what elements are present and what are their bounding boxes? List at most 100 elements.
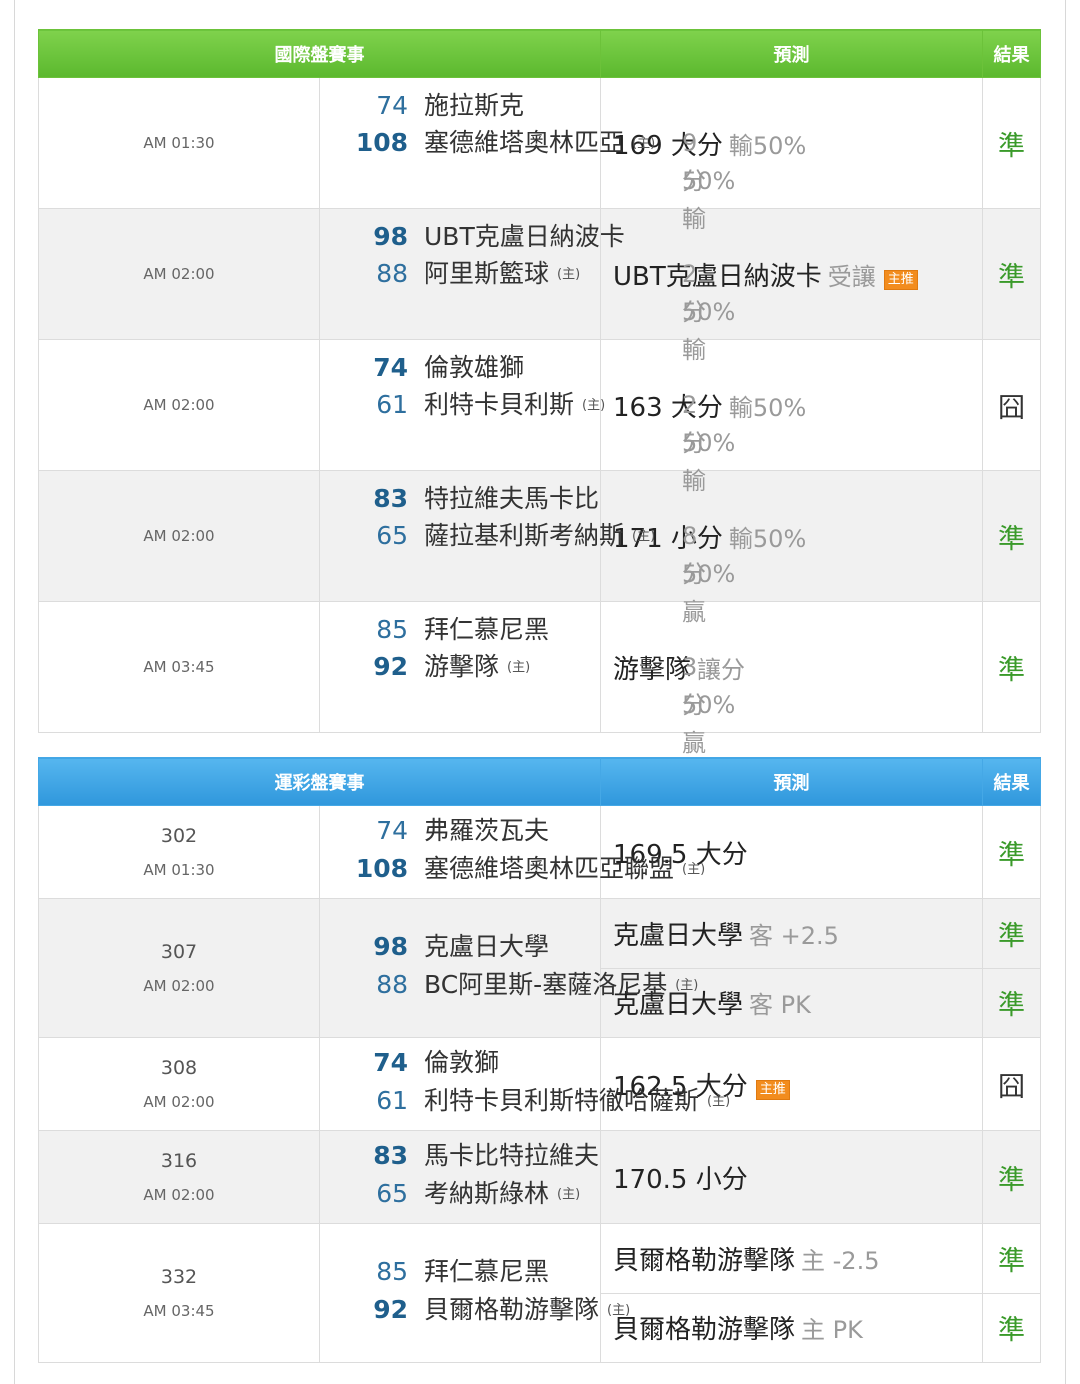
team-name: UBT克盧日納波卡	[424, 222, 625, 251]
team-line: 85 拜仁慕尼黑	[320, 1253, 549, 1291]
spread-percent: 50%	[682, 429, 736, 457]
match-time: AM 03:45	[143, 1302, 215, 1320]
match-row: AM 02:00 98 UBT克盧日納波卡 88 阿里斯籃球 (主) 2分輸 50% UBT克盧…	[38, 208, 1041, 364]
team-score: 74	[376, 91, 408, 120]
team-score: 83	[373, 484, 408, 513]
team-line: 74 倫敦獅	[320, 1044, 499, 1082]
prediction-sub: 主 PK	[801, 1316, 863, 1345]
home-tag: (主)	[582, 398, 606, 413]
result-mark: 準	[982, 208, 1041, 340]
result-header: 結果	[982, 29, 1041, 78]
team-line: 92 貝爾格勒游擊隊 (主)	[320, 1291, 630, 1329]
team-name: 游擊隊	[424, 652, 500, 681]
prediction-cell: 169 大分 輸50%	[600, 77, 983, 209]
team-score: 85	[376, 1257, 408, 1286]
prediction-cell: UBT克盧日納波卡 受讓 主推	[600, 208, 983, 340]
match-code: 332	[160, 1266, 198, 1288]
prediction-cell: 163 大分 輸50%	[600, 339, 983, 471]
teams-box: 85 拜仁慕尼黑 92 貝爾格勒游擊隊 (主)	[320, 1224, 630, 1362]
prediction-sub: 輸50%	[728, 393, 807, 422]
prediction-cell: 貝爾格勒游擊隊主 -2.5	[600, 1223, 983, 1294]
result-mark: 囧	[982, 339, 1041, 471]
match-time-cell: 308 AM 02:00	[38, 1037, 320, 1131]
prediction-sub: 受讓	[827, 262, 876, 291]
team-score: 92	[373, 652, 408, 681]
team-score: 92	[373, 1295, 408, 1324]
team-line: 98 克盧日大學	[320, 928, 549, 966]
team-line: 88 阿里斯籃球 (主)	[320, 255, 580, 293]
team-name: 考納斯綠林	[424, 1179, 550, 1208]
match-teams: 74 倫敦獅 61 利特卡貝利斯特徹哈薩斯 (主)	[319, 1037, 730, 1131]
result-mark: 準	[982, 1130, 1041, 1224]
recommend-badge: 主推	[755, 1080, 790, 1100]
team-line: 74 弗羅茨瓦夫	[320, 812, 549, 850]
result-mark: 準	[982, 1223, 1041, 1294]
team-name: 阿里斯籃球	[424, 259, 550, 288]
prediction-sub: 輸50%	[728, 131, 807, 160]
prediction-header: 預測	[600, 757, 983, 806]
teams-box: 83 馬卡比特拉維夫 65 考納斯綠林 (主)	[320, 1131, 600, 1223]
team-name: 特拉維夫馬卡比	[424, 484, 600, 513]
match-time: AM 01:30	[143, 861, 215, 879]
match-teams: 83 馬卡比特拉維夫 65 考納斯綠林 (主)	[319, 1130, 601, 1224]
result-mark: 準	[982, 805, 1041, 899]
match-row: 307 AM 02:00 98 克盧日大學 88 BC阿里斯-塞薩洛尼基 (主) 克盧日大學客…	[38, 898, 1041, 1038]
match-teams: 98 克盧日大學 88 BC阿里斯-塞薩洛尼基 (主)	[319, 898, 698, 1038]
team-name: 塞德維塔奧林匹亞聯盟	[424, 854, 675, 883]
teams-box: 83 特拉維夫馬卡比 65 薩拉基利斯考納斯 (主) 8分贏 50%	[320, 471, 735, 626]
match-time: AM 01:30	[38, 77, 320, 209]
result-header: 結果	[982, 757, 1041, 806]
match-teams: 98 UBT克盧日納波卡 88 阿里斯籃球 (主) 2分輸 50%	[319, 208, 735, 364]
match-time: AM 02:00	[143, 1093, 215, 1111]
team-score: 88	[376, 970, 408, 999]
home-tag: (主)	[507, 660, 531, 675]
match-row: AM 02:00 74 倫敦雄獅 61 利特卡貝利斯 (主) 2分輸 50% 163 大分 輸50…	[38, 339, 1041, 495]
match-time-cell: 316 AM 02:00	[38, 1130, 320, 1224]
team-name: 倫敦獅	[424, 1048, 500, 1077]
prediction-cell: 貝爾格勒游擊隊主 PK	[600, 1292, 983, 1363]
prediction-sub: 客 +2.5	[749, 921, 839, 950]
match-teams: 74 弗羅茨瓦夫 108 塞德維塔奧林匹亞聯盟 (主)	[319, 805, 705, 899]
lottery-header-row: 運彩盤賽事 預測 結果	[38, 757, 1041, 806]
team-line: 83 特拉維夫馬卡比	[320, 480, 599, 518]
match-teams: 74 倫敦雄獅 61 利特卡貝利斯 (主) 2分輸 50%	[319, 339, 735, 495]
team-score: 85	[376, 615, 408, 644]
match-row: 308 AM 02:00 74 倫敦獅 61 利特卡貝利斯特徹哈薩斯 (主) 162.5 大分…	[38, 1037, 1041, 1131]
teams-box: 74 弗羅茨瓦夫 108 塞德維塔奧林匹亞聯盟 (主)	[320, 806, 705, 898]
home-tag: (主)	[607, 1303, 631, 1318]
match-row: 332 AM 03:45 85 拜仁慕尼黑 92 貝爾格勒游擊隊 (主) 貝爾格勒游擊隊主 -…	[38, 1223, 1041, 1363]
match-teams: 83 特拉維夫馬卡比 65 薩拉基利斯考納斯 (主) 8分贏 50%	[319, 470, 735, 626]
team-score: 61	[376, 1086, 408, 1115]
prediction-cell: 克盧日大學客 +2.5	[600, 898, 983, 969]
match-row: AM 03:45 85 拜仁慕尼黑 92 游擊隊 (主) 3分贏 50% 游擊隊 讓分準	[38, 601, 1041, 757]
prediction-main: UBT克盧日納波卡	[613, 261, 822, 292]
team-line: 85 拜仁慕尼黑	[320, 611, 549, 649]
home-tag: (主)	[707, 1094, 731, 1109]
team-score: 108	[355, 854, 408, 883]
home-tag: (主)	[632, 529, 656, 544]
home-tag: (主)	[557, 267, 581, 282]
team-line: 108 塞德維塔奧林匹亞 (主)	[320, 124, 655, 162]
match-row: AM 02:00 83 特拉維夫馬卡比 65 薩拉基利斯考納斯 (主) 8分贏 50% 171 …	[38, 470, 1041, 626]
teams-box: 74 倫敦雄獅 61 利特卡貝利斯 (主) 2分輸 50%	[320, 340, 735, 495]
teams-box: 74 施拉斯克 108 塞德維塔奧林匹亞 (主) 9分輸 50%	[320, 78, 736, 233]
lottery-table: 運彩盤賽事 預測 結果 302 AM 01:30 74 弗羅茨瓦夫 108 塞德維塔奧林匹…	[38, 757, 1041, 1363]
prediction-main: 貝爾格勒游擊隊	[613, 1245, 796, 1276]
spread-percent: 50%	[682, 691, 736, 719]
match-row: 302 AM 01:30 74 弗羅茨瓦夫 108 塞德維塔奧林匹亞聯盟 (主) 169.5 …	[38, 805, 1041, 899]
team-score: 74	[373, 1048, 408, 1077]
prediction-sub: 客 PK	[749, 991, 811, 1020]
team-score: 98	[373, 932, 408, 961]
team-name: 拜仁慕尼黑	[424, 615, 550, 644]
recommend-badge: 主推	[883, 270, 918, 290]
team-line: 92 游擊隊 (主)	[320, 648, 530, 686]
event-header: 國際盤賽事	[38, 29, 601, 78]
team-name: 施拉斯克	[424, 91, 525, 120]
team-name: 倫敦雄獅	[424, 353, 525, 382]
team-line: 74 施拉斯克	[320, 87, 524, 125]
match-time: AM 02:00	[38, 470, 320, 602]
team-name: 馬卡比特拉維夫	[424, 1141, 600, 1170]
result-mark: 囧	[982, 1037, 1041, 1131]
team-line: 83 馬卡比特拉維夫	[320, 1137, 599, 1175]
team-name: 拜仁慕尼黑	[424, 1257, 550, 1286]
